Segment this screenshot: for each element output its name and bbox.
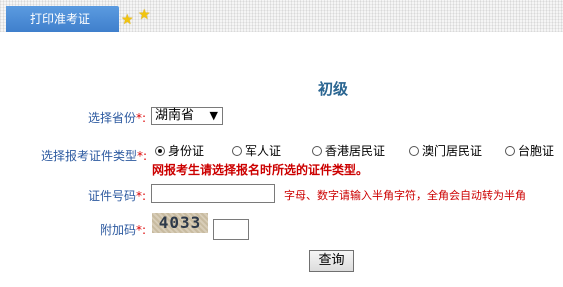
required-mark: *:: [137, 149, 148, 163]
id-type-warning: 网报考生请选择报名时所选的证件类型。: [152, 163, 369, 177]
required-mark: *:: [136, 111, 147, 125]
radio-id-card[interactable]: 身份证: [155, 142, 204, 159]
id-number-input[interactable]: [151, 184, 275, 203]
radio-label: 军人证: [245, 144, 282, 158]
radio-macau-card[interactable]: 澳门居民证: [409, 142, 482, 159]
province-select-value: 湖南省: [155, 108, 195, 123]
radio-unselected-icon: [312, 145, 322, 156]
query-button[interactable]: 查询: [309, 250, 354, 272]
star-icon: ★: [121, 12, 134, 28]
radio-label: 身份证: [168, 144, 205, 158]
province-label-text: 选择省份: [88, 111, 137, 125]
province-label: 选择省份*:: [88, 109, 146, 126]
top-bar: 打印准考证 ★ ★: [0, 0, 563, 32]
id-number-label: 证件号码*:: [88, 187, 146, 204]
captcha-label: 附加码*:: [100, 221, 146, 238]
id-number-hint: 字母、数字请输入半角字符，全角会自动转为半角: [284, 189, 526, 202]
province-select[interactable]: 湖南省 ▼: [151, 107, 223, 125]
page-title: 初级: [318, 80, 349, 98]
radio-taiwan-card[interactable]: 台胞证: [505, 142, 554, 159]
radio-unselected-icon: [505, 145, 515, 156]
id-type-label-text: 选择报考证件类型: [41, 149, 138, 163]
radio-selected-icon: [155, 145, 165, 156]
tab-print-admission-ticket[interactable]: 打印准考证: [6, 6, 119, 32]
id-number-label-text: 证件号码: [88, 189, 137, 203]
radio-hongkong-card[interactable]: 香港居民证: [312, 142, 385, 159]
captcha-label-text: 附加码: [100, 223, 137, 237]
star-icon: ★: [138, 7, 151, 23]
captcha-image[interactable]: 4033: [152, 213, 208, 233]
radio-unselected-icon: [232, 145, 242, 156]
radio-military-card[interactable]: 军人证: [232, 142, 281, 159]
required-mark: *:: [136, 189, 147, 203]
chevron-down-icon: ▼: [209, 109, 218, 122]
required-mark: *:: [136, 223, 147, 237]
radio-label: 台胞证: [518, 144, 555, 158]
captcha-input[interactable]: [213, 219, 249, 240]
id-type-label: 选择报考证件类型*:: [41, 147, 147, 164]
radio-unselected-icon: [409, 145, 419, 156]
radio-label: 澳门居民证: [422, 144, 483, 158]
radio-label: 香港居民证: [325, 144, 386, 158]
